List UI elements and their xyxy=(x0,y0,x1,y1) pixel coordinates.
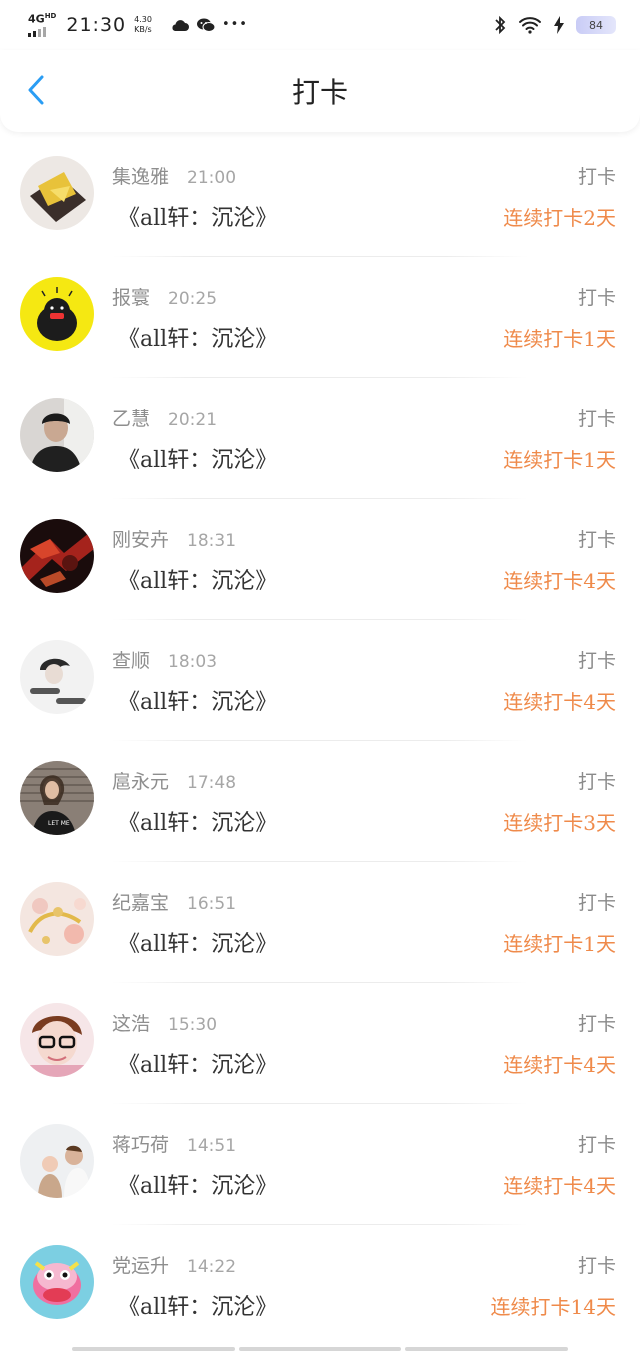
streak-label: 连续打卡2天 xyxy=(503,206,616,230)
checkin-time: 20:21 xyxy=(168,410,218,430)
wechat-icon xyxy=(196,18,216,32)
status-right: 84 xyxy=(494,15,616,35)
checkin-time: 21:00 xyxy=(187,168,237,188)
user-name: 蒋巧荷 xyxy=(112,1134,170,1156)
status-time: 21:30 xyxy=(66,14,127,36)
user-name: 扈永元 xyxy=(112,771,170,793)
wifi-icon xyxy=(519,17,541,34)
checkin-time: 14:51 xyxy=(187,1136,237,1156)
speed-value: 4.30 xyxy=(134,15,152,24)
streak-label: 连续打卡4天 xyxy=(503,569,616,593)
speed-unit: KB/s xyxy=(134,25,152,34)
user-name: 查顺 xyxy=(112,650,151,672)
nav-header: 打卡 xyxy=(0,50,640,132)
avatar[interactable]: LET ME xyxy=(20,761,94,835)
streak-label: 连续打卡1天 xyxy=(503,327,616,351)
book-title: 《all轩：沉沦》 xyxy=(118,206,278,231)
bottom-scroll-indicator xyxy=(72,1347,569,1351)
book-title: 《all轩：沉沦》 xyxy=(118,448,278,473)
checkin-button[interactable]: 打卡 xyxy=(578,1251,616,1278)
checkin-button[interactable]: 打卡 xyxy=(578,646,616,673)
checkin-time: 17:48 xyxy=(187,773,237,793)
checkin-button[interactable]: 打卡 xyxy=(578,404,616,431)
streak-label: 连续打卡1天 xyxy=(503,448,616,472)
avatar[interactable] xyxy=(20,398,94,472)
book-title: 《all轩：沉沦》 xyxy=(118,690,278,715)
user-name: 党运升 xyxy=(112,1255,170,1277)
list-item[interactable]: 蒋巧荷 14:51 《all轩：沉沦》 打卡 连续打卡4天 xyxy=(0,1104,640,1225)
checkin-time: 14:22 xyxy=(187,1257,237,1277)
list-item[interactable]: 这浩 15:30 《all轩：沉沦》 打卡 连续打卡4天 xyxy=(0,983,640,1104)
status-bar: 4GHD 21:30 4.30 KB/s ••• 84 xyxy=(0,0,640,50)
list-item[interactable]: 报寰 20:25 《all轩：沉沦》 打卡 连续打卡1天 xyxy=(0,257,640,378)
avatar[interactable] xyxy=(20,1124,94,1198)
checkin-time: 18:03 xyxy=(168,652,218,672)
checkin-button[interactable]: 打卡 xyxy=(578,888,616,915)
svg-text:LET ME: LET ME xyxy=(48,820,70,827)
cloud-icon xyxy=(172,20,189,31)
list-item[interactable]: 纪嘉宝 16:51 《all轩：沉沦》 打卡 连续打卡1天 xyxy=(0,862,640,983)
checkin-time: 18:31 xyxy=(187,531,237,551)
checkin-list: 集逸雅 21:00 《all轩：沉沦》 打卡 连续打卡2天 报寰 20:25 《… xyxy=(0,136,640,1346)
app-root: 4GHD 21:30 4.30 KB/s ••• 84 打卡 集逸雅 21:00… xyxy=(0,0,640,1351)
avatar[interactable] xyxy=(20,519,94,593)
book-title: 《all轩：沉沦》 xyxy=(118,932,278,957)
user-name: 集逸雅 xyxy=(112,166,170,188)
book-title: 《all轩：沉沦》 xyxy=(118,569,278,594)
avatar[interactable] xyxy=(20,277,94,351)
checkin-button[interactable]: 打卡 xyxy=(578,767,616,794)
checkin-button[interactable]: 打卡 xyxy=(578,1009,616,1036)
book-title: 《all轩：沉沦》 xyxy=(118,1053,278,1078)
streak-label: 连续打卡4天 xyxy=(503,690,616,714)
user-name: 这浩 xyxy=(112,1013,151,1035)
more-notifications-icon: ••• xyxy=(221,17,248,32)
battery-level: 84 xyxy=(589,18,603,32)
avatar[interactable] xyxy=(20,156,94,230)
signal-indicator: 4GHD xyxy=(28,13,56,37)
chevron-left-icon xyxy=(28,75,44,105)
bluetooth-icon xyxy=(495,15,506,35)
streak-label: 连续打卡14天 xyxy=(490,1295,616,1319)
list-item[interactable]: 查顺 18:03 《all轩：沉沦》 打卡 连续打卡4天 xyxy=(0,620,640,741)
notification-icons: ••• xyxy=(170,17,248,33)
user-name: 刚安卉 xyxy=(112,529,170,551)
checkin-button[interactable]: 打卡 xyxy=(578,525,616,552)
avatar[interactable] xyxy=(20,882,94,956)
streak-label: 连续打卡1天 xyxy=(503,932,616,956)
status-left: 4GHD 21:30 4.30 KB/s ••• xyxy=(28,13,248,37)
streak-label: 连续打卡3天 xyxy=(503,811,616,835)
book-title: 《all轩：沉沦》 xyxy=(118,811,278,836)
signal-bars-icon xyxy=(28,26,46,37)
book-title: 《all轩：沉沦》 xyxy=(118,1174,278,1199)
book-title: 《all轩：沉沦》 xyxy=(118,327,278,352)
network-hd: HD xyxy=(44,12,57,21)
list-item[interactable]: 乙慧 20:21 《all轩：沉沦》 打卡 连续打卡1天 xyxy=(0,378,640,499)
checkin-button[interactable]: 打卡 xyxy=(578,162,616,189)
avatar[interactable] xyxy=(20,1003,94,1077)
checkin-time: 16:51 xyxy=(187,894,237,914)
list-item[interactable]: 集逸雅 21:00 《all轩：沉沦》 打卡 连续打卡2天 xyxy=(0,136,640,257)
book-title: 《all轩：沉沦》 xyxy=(118,1295,278,1320)
battery-indicator: 84 xyxy=(576,16,616,34)
avatar[interactable] xyxy=(20,640,94,714)
back-button[interactable] xyxy=(18,70,54,110)
checkin-button[interactable]: 打卡 xyxy=(578,283,616,310)
avatar[interactable] xyxy=(20,1245,94,1319)
user-name: 纪嘉宝 xyxy=(112,892,170,914)
page-title: 打卡 xyxy=(291,76,348,109)
list-item[interactable]: 刚安卉 18:31 《all轩：沉沦》 打卡 连续打卡4天 xyxy=(0,499,640,620)
streak-label: 连续打卡4天 xyxy=(503,1053,616,1077)
charging-icon xyxy=(554,16,564,34)
list-item[interactable]: 党运升 14:22 《all轩：沉沦》 打卡 连续打卡14天 xyxy=(0,1225,640,1346)
user-name: 报寰 xyxy=(112,287,151,309)
network-type: 4G xyxy=(28,12,45,26)
checkin-button[interactable]: 打卡 xyxy=(578,1130,616,1157)
list-item[interactable]: LET ME 扈永元 17:48 《all轩：沉沦》 打卡 连续打卡3天 xyxy=(0,741,640,862)
streak-label: 连续打卡4天 xyxy=(503,1174,616,1198)
checkin-time: 20:25 xyxy=(168,289,218,309)
network-speed: 4.30 KB/s xyxy=(134,15,152,35)
user-name: 乙慧 xyxy=(112,408,151,430)
checkin-time: 15:30 xyxy=(168,1015,218,1035)
